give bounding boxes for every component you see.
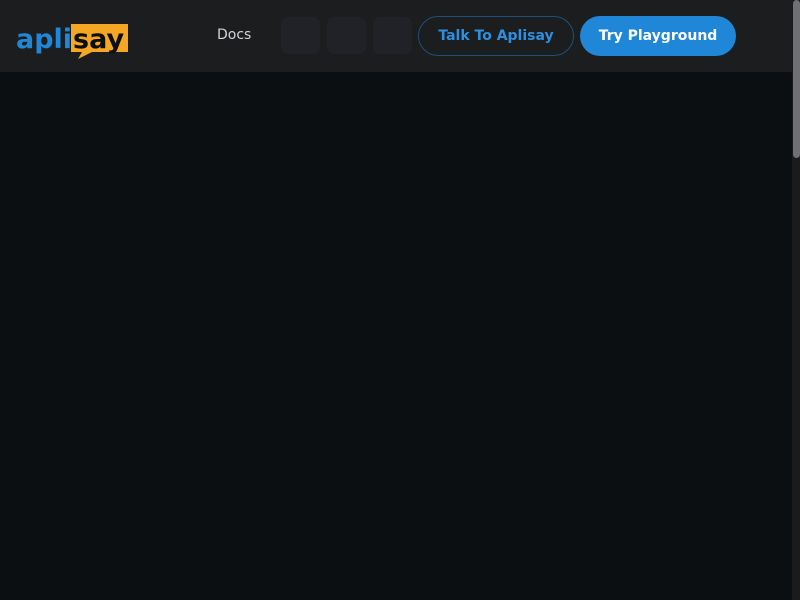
top-navbar: apli say Docs Talk To Aplisay Try Playgr… xyxy=(0,0,792,72)
logo-text-apli: apli xyxy=(16,24,72,55)
page: apli say Docs Talk To Aplisay Try Playgr… xyxy=(0,0,800,600)
nav-icon-button-3[interactable] xyxy=(373,17,412,54)
nav-icon-button-2[interactable] xyxy=(327,17,366,54)
nav-docs-link[interactable]: Docs xyxy=(217,25,251,45)
scrollbar-track[interactable] xyxy=(792,0,800,600)
main-content xyxy=(0,72,792,600)
aplisay-logo[interactable]: apli say xyxy=(16,22,130,60)
try-playground-button[interactable]: Try Playground xyxy=(580,16,736,56)
logo-text-say: say xyxy=(73,24,124,55)
talk-to-aplisay-button[interactable]: Talk To Aplisay xyxy=(418,16,574,56)
scrollbar-thumb[interactable] xyxy=(793,0,800,158)
nav-icon-button-1[interactable] xyxy=(281,17,320,54)
